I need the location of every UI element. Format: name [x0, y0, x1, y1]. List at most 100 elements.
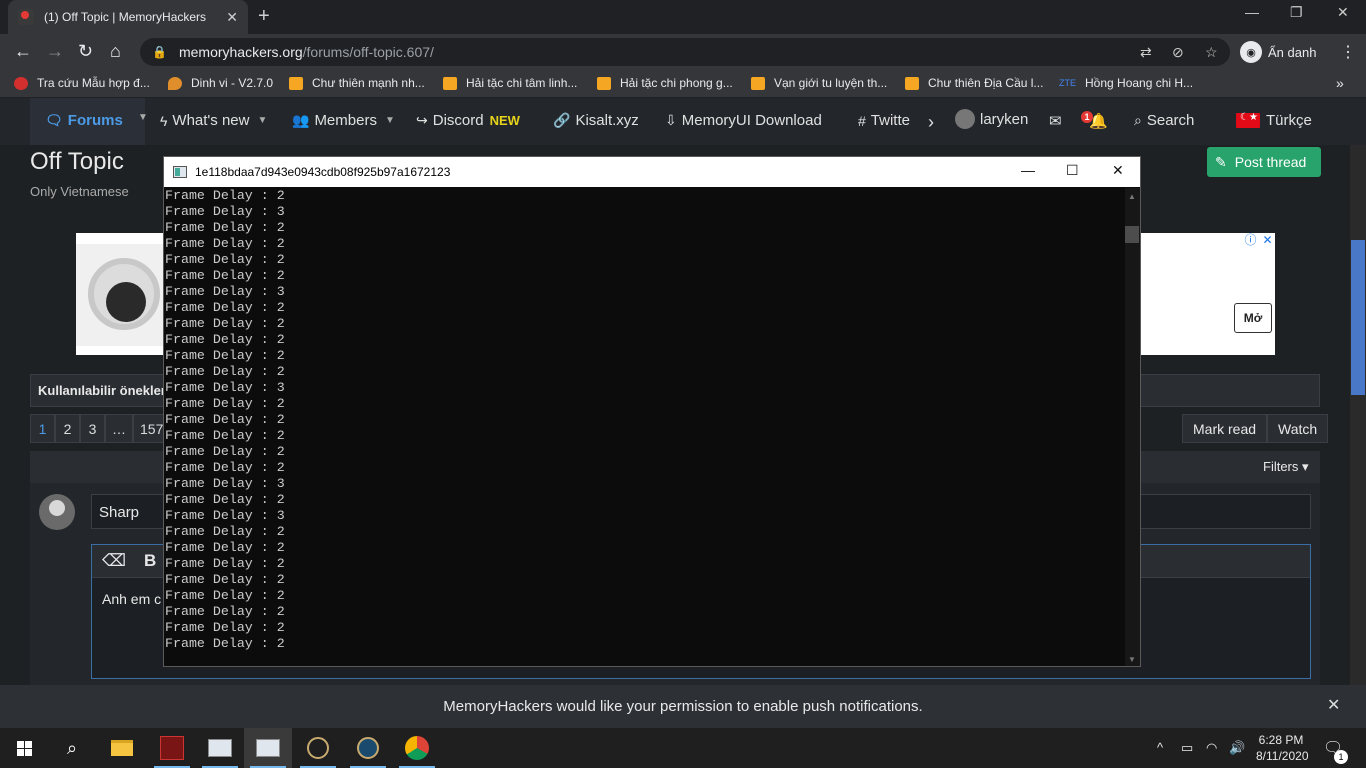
console-titlebar[interactable]: 1e118bdaa7d943e0943cdb08f925b97a1672123	[164, 157, 1140, 187]
taskbar-chrome[interactable]	[393, 728, 441, 768]
page-scrollbar[interactable]	[1350, 145, 1366, 685]
chrome-icon	[405, 736, 429, 760]
url-host: memoryhackers.org	[178, 44, 303, 60]
console-line: Frame Delay : 2	[165, 460, 285, 475]
volume-icon[interactable]: 🔊	[1229, 740, 1245, 756]
console-line: Frame Delay : 2	[165, 220, 285, 235]
bookmark-item[interactable]: Chư thiên Địa Cầu l...	[905, 76, 1043, 90]
console-line: Frame Delay : 2	[165, 188, 285, 203]
console-window-icon	[208, 739, 232, 757]
page-ellipsis[interactable]: …	[105, 414, 133, 443]
forward-icon[interactable]: →	[46, 41, 64, 62]
incognito-label: Ẩn danh	[1268, 44, 1317, 60]
game-app-icon	[160, 736, 184, 760]
nav-kisalt[interactable]: 🔗 Kisalt.xyz	[553, 112, 639, 129]
nav-scroll-right[interactable]: ›	[928, 112, 934, 133]
scroll-down-icon[interactable]: ▼	[1128, 655, 1136, 664]
user-menu[interactable]: laryken	[955, 109, 1028, 129]
editor-content[interactable]: Anh em c	[102, 591, 161, 607]
system-clock[interactable]: 6:28 PM 8/11/2020	[1256, 732, 1309, 764]
bookmark-item[interactable]: Chư thiên mạnh nh...	[289, 76, 425, 90]
language-chooser[interactable]: Türkçe	[1236, 112, 1312, 129]
nav-members[interactable]: 👥 Members ▼	[292, 112, 395, 129]
bookmark-item[interactable]: Hải tặc chi tâm linh...	[443, 76, 577, 90]
avatar[interactable]	[39, 494, 75, 530]
wifi-icon[interactable]: ◠	[1206, 740, 1217, 756]
inbox-button[interactable]: ✉	[1049, 112, 1062, 130]
ad-open-button[interactable]: Mở	[1234, 303, 1272, 333]
taskbar-search-button[interactable]: ⌕	[48, 728, 96, 768]
filters-button[interactable]: Filters ▾	[1263, 459, 1309, 475]
translate-icon[interactable]: ⇄	[1140, 44, 1152, 61]
chevron-right-icon: ›	[928, 112, 934, 132]
taskbar-file-explorer[interactable]	[98, 728, 146, 768]
reload-icon[interactable]: ↻	[78, 41, 93, 62]
nav-discord[interactable]: ↪ Discord NEW	[416, 112, 520, 129]
nav-forums-caret[interactable]: ▼	[130, 112, 148, 123]
console-scrollbar[interactable]	[1125, 188, 1140, 666]
tracking-blocked-icon[interactable]: ⊘	[1172, 44, 1184, 61]
bookmark-item[interactable]: Vạn giới tu luyện th...	[751, 76, 887, 90]
console-line: Frame Delay : 2	[165, 572, 285, 587]
address-bar[interactable]: 🔒 memoryhackers.org /forums/off-topic.60…	[140, 38, 1230, 66]
tab-close-icon[interactable]: ✕	[226, 9, 238, 26]
close-icon[interactable]: ✕	[1112, 162, 1124, 179]
bookmark-item[interactable]: ZTE Hồng Hoang chi H...	[1059, 76, 1193, 90]
lock-icon[interactable]: 🔒	[152, 45, 167, 59]
bookmark-item[interactable]: Hải tặc chi phong g...	[597, 76, 733, 90]
mark-read-button[interactable]: Mark read	[1182, 414, 1268, 443]
alert-count-badge: 1	[1081, 111, 1093, 123]
forum-actions: Mark read Watch	[1182, 414, 1329, 443]
console-line: Frame Delay : 2	[165, 524, 285, 539]
ad-info-icon[interactable]: ⓘ	[1243, 233, 1258, 248]
location-pin-icon	[168, 76, 182, 90]
home-icon[interactable]: ⌂	[110, 41, 121, 62]
back-icon[interactable]: ←	[14, 41, 32, 62]
nav-forums[interactable]: 🗨 Forums	[45, 112, 123, 129]
console-line: Frame Delay : 2	[165, 604, 285, 619]
scroll-up-icon[interactable]: ▲	[1128, 192, 1136, 201]
bookmarks-overflow-icon[interactable]: »	[1336, 75, 1344, 91]
maximize-icon[interactable]: ☐	[1066, 162, 1079, 179]
console-output: Frame Delay : 2 Frame Delay : 3 Frame Dela…	[165, 188, 1115, 665]
page-scrollbar-thumb[interactable]	[1351, 240, 1365, 395]
bookmark-star-icon[interactable]: ☆	[1205, 44, 1218, 61]
minimize-window-icon[interactable]: —	[1245, 4, 1259, 20]
nav-whats-new[interactable]: ϟ What's new ▼	[160, 112, 267, 129]
taskbar-console-app-active[interactable]	[244, 728, 292, 768]
console-line: Frame Delay : 2	[165, 620, 285, 635]
browser-menu-icon[interactable]: ⋮	[1340, 42, 1356, 62]
page-link[interactable]: 2	[55, 414, 80, 443]
start-button[interactable]	[0, 728, 48, 768]
page-link[interactable]: 3	[80, 414, 105, 443]
new-tab-button[interactable]: +	[258, 5, 270, 28]
post-thread-button[interactable]: ✎ Post thread	[1207, 147, 1321, 177]
taskbar-league-client-2[interactable]	[344, 728, 392, 768]
close-window-icon[interactable]: ✕	[1337, 4, 1349, 21]
search-button[interactable]: ⌕ Search	[1134, 112, 1194, 129]
nav-memoryui-download[interactable]: ⇩ MemoryUI Download	[665, 112, 822, 129]
show-hidden-icons-icon[interactable]: ^	[1157, 740, 1163, 755]
watch-button[interactable]: Watch	[1267, 414, 1329, 443]
console-line: Frame Delay : 2	[165, 636, 285, 651]
console-scrollbar-thumb[interactable]	[1125, 226, 1139, 243]
incognito-profile[interactable]: ◉ Ẩn danh	[1240, 39, 1316, 65]
bold-icon[interactable]: B	[144, 551, 156, 571]
nav-twitter[interactable]: # Twitte	[858, 112, 910, 129]
minimize-icon[interactable]: —	[1021, 162, 1035, 178]
taskbar-league-client[interactable]	[294, 728, 342, 768]
eraser-icon[interactable]: ⌫	[102, 551, 126, 571]
page-link[interactable]: 1	[30, 414, 55, 443]
ad-close-icon[interactable]: ✕	[1260, 233, 1275, 248]
restore-window-icon[interactable]: ❐	[1290, 4, 1303, 21]
bookmark-item[interactable]: Dinh vi - V2.7.0	[168, 76, 273, 90]
bookmark-item[interactable]: Tra cứu Mẫu hợp đ...	[14, 76, 150, 90]
close-icon[interactable]: ✕	[1327, 695, 1340, 715]
device-icon[interactable]: ▭	[1181, 740, 1193, 756]
zte-logo: ZTE	[1059, 78, 1076, 88]
taskbar-console-app[interactable]	[196, 728, 244, 768]
browser-tab[interactable]: (1) Off Topic | MemoryHackers ✕	[8, 0, 248, 34]
taskbar-game-app[interactable]	[148, 728, 196, 768]
console-line: Frame Delay : 3	[165, 284, 285, 299]
folder-icon	[111, 740, 133, 756]
